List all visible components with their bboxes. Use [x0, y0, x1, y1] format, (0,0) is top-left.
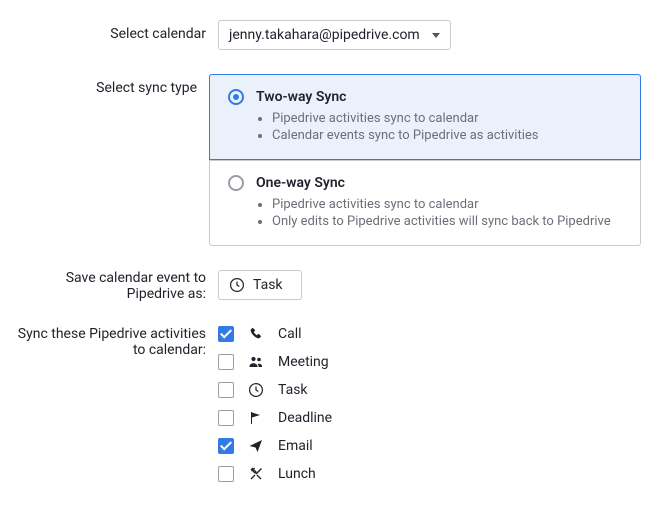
activity-label: Email — [278, 438, 313, 454]
sync-option-title: One-way Sync — [256, 175, 345, 191]
activity-label: Call — [278, 326, 302, 342]
activity-label: Lunch — [278, 466, 316, 482]
radio-icon — [228, 175, 244, 191]
select-calendar-dropdown[interactable]: jenny.takahara@pipedrive.com — [218, 20, 451, 50]
radio-icon — [228, 89, 244, 105]
checkbox[interactable] — [218, 354, 234, 370]
activity-label: Meeting — [278, 354, 329, 370]
activity-label: Task — [278, 382, 308, 398]
clock-icon — [229, 277, 245, 293]
sync-type-radio-group: Two-way Sync Pipedrive activities sync t… — [209, 74, 641, 246]
activity-item-email[interactable]: Email — [218, 438, 641, 454]
checkbox[interactable] — [218, 438, 234, 454]
sync-type-option-two-way[interactable]: Two-way Sync Pipedrive activities sync t… — [209, 74, 641, 160]
sync-option-bullet: Calendar events sync to Pipedrive as act… — [272, 128, 622, 143]
save-as-value: Task — [253, 277, 283, 293]
activities-list: Call Meeting Task — [218, 326, 641, 482]
activity-item-task[interactable]: Task — [218, 382, 641, 398]
select-sync-type-label: Select sync type — [12, 74, 209, 96]
flag-icon — [248, 410, 264, 426]
activity-label: Deadline — [278, 410, 332, 426]
people-icon — [248, 354, 264, 370]
sync-option-title: Two-way Sync — [256, 89, 346, 105]
chevron-down-icon — [432, 33, 440, 38]
activities-label: Sync these Pipedrive activities to calen… — [12, 326, 218, 358]
clock-icon — [248, 382, 264, 398]
activity-item-meeting[interactable]: Meeting — [218, 354, 641, 370]
save-as-dropdown[interactable]: Task — [218, 270, 302, 300]
sync-type-option-one-way[interactable]: One-way Sync Pipedrive activities sync t… — [210, 160, 640, 245]
select-calendar-value: jenny.takahara@pipedrive.com — [229, 27, 420, 43]
checkbox[interactable] — [218, 410, 234, 426]
sync-option-bullet: Pipedrive activities sync to calendar — [272, 197, 622, 212]
sync-option-bullet: Pipedrive activities sync to calendar — [272, 111, 622, 126]
sync-option-bullet: Only edits to Pipedrive activities will … — [272, 214, 622, 229]
checkbox[interactable] — [218, 382, 234, 398]
utensils-icon — [248, 466, 264, 482]
send-icon — [248, 438, 264, 454]
activity-item-deadline[interactable]: Deadline — [218, 410, 641, 426]
activity-item-call[interactable]: Call — [218, 326, 641, 342]
phone-icon — [248, 326, 264, 342]
checkbox[interactable] — [218, 326, 234, 342]
checkbox[interactable] — [218, 466, 234, 482]
activity-item-lunch[interactable]: Lunch — [218, 466, 641, 482]
select-calendar-label: Select calendar — [12, 20, 218, 42]
save-as-label: Save calendar event to Pipedrive as: — [12, 270, 218, 302]
